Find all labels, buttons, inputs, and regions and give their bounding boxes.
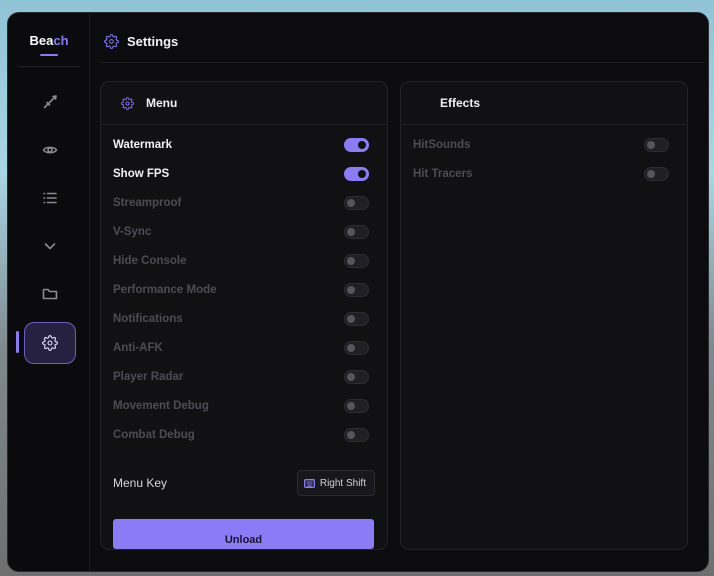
menu-key-value: Right Shift — [319, 477, 366, 489]
sidebar-item-settings[interactable] — [24, 322, 76, 364]
option-label: Hit Tracers — [413, 168, 473, 180]
menu-key-label: Menu Key — [113, 476, 168, 490]
toggle-knob — [358, 170, 366, 178]
option-label: Performance Mode — [113, 284, 217, 296]
option-row: Hit Tracers — [413, 166, 669, 182]
effects-panel: Effects HitSounds Hit Tracers — [400, 81, 688, 550]
option-row: Hide Console — [113, 253, 369, 269]
option-label: Anti-AFK — [113, 342, 163, 354]
page-header: Settings — [104, 31, 178, 51]
sidebar-item-visuals[interactable] — [24, 130, 76, 170]
option-toggle[interactable] — [344, 341, 369, 355]
sidebar-item-configs[interactable] — [24, 274, 76, 314]
menu-panel: Menu Watermark Show FPS Streamproof V-Sync H… — [100, 81, 388, 550]
chevron-down-icon — [44, 243, 56, 250]
unload-label: Unload — [224, 534, 263, 546]
option-toggle[interactable] — [644, 138, 669, 152]
option-label: V-Sync — [113, 226, 152, 238]
option-toggle[interactable] — [344, 254, 369, 268]
keyboard-icon — [303, 478, 315, 488]
option-toggle[interactable] — [344, 370, 369, 384]
toggle-knob — [347, 286, 355, 294]
menu-panel-title: Menu — [146, 96, 178, 110]
eye-icon — [42, 146, 58, 154]
toggle-knob — [647, 170, 655, 178]
gear-icon — [121, 96, 134, 110]
sidebar: Beach — [8, 13, 90, 571]
toggle-knob — [347, 199, 355, 207]
toggle-knob — [347, 228, 355, 236]
option-row: Anti-AFK — [113, 340, 369, 356]
option-row: V-Sync — [113, 224, 369, 240]
sword-icon — [43, 95, 57, 109]
effects-panel-header: Effects — [401, 82, 687, 125]
app-logo: Beach — [29, 33, 69, 48]
sidebar-item-combat[interactable] — [24, 82, 76, 122]
sidebar-divider — [18, 66, 80, 67]
option-row: HitSounds — [413, 137, 669, 153]
app-window: Beach Settings Menu Watermark Show FPS S… — [7, 12, 709, 572]
toggle-knob — [358, 141, 366, 149]
option-row: Show FPS — [113, 166, 369, 182]
option-label: Watermark — [113, 139, 173, 151]
option-toggle[interactable] — [344, 399, 369, 413]
list-icon — [43, 192, 57, 204]
option-toggle[interactable] — [344, 196, 369, 210]
header-divider — [100, 62, 704, 63]
option-row: Player Radar — [113, 369, 369, 385]
option-label: Hide Console — [113, 255, 187, 267]
option-toggle[interactable] — [344, 312, 369, 326]
sidebar-item-list[interactable] — [24, 178, 76, 218]
logo-underline — [40, 54, 58, 56]
toggle-knob — [347, 257, 355, 265]
toggle-knob — [347, 373, 355, 381]
toggle-knob — [347, 344, 355, 352]
option-row: Combat Debug — [113, 427, 369, 443]
option-row: Watermark — [113, 137, 369, 153]
option-toggle[interactable] — [344, 138, 369, 152]
folder-icon — [42, 288, 58, 300]
option-label: HitSounds — [413, 139, 471, 151]
option-label: Show FPS — [113, 168, 170, 180]
toggle-knob — [347, 315, 355, 323]
toggle-knob — [647, 141, 655, 149]
option-label: Notifications — [113, 313, 183, 325]
option-row: Streamproof — [113, 195, 369, 211]
toggle-knob — [347, 431, 355, 439]
option-toggle[interactable] — [344, 283, 369, 297]
sidebar-item-more[interactable] — [24, 226, 76, 266]
toggle-knob — [347, 402, 355, 410]
page-title: Settings — [127, 33, 179, 49]
option-label: Player Radar — [113, 371, 184, 383]
menu-key-row: Menu Key Right Shift — [113, 470, 375, 496]
option-toggle[interactable] — [344, 167, 369, 181]
option-toggle[interactable] — [344, 428, 369, 442]
effects-panel-title: Effects — [440, 96, 481, 110]
gear-icon — [104, 33, 119, 49]
menu-key-button[interactable]: Right Shift — [296, 470, 375, 496]
option-row: Notifications — [113, 311, 369, 327]
gear-icon — [42, 335, 58, 351]
option-toggle[interactable] — [644, 167, 669, 181]
unload-button[interactable]: Unload — [113, 519, 374, 549]
option-label: Combat Debug — [113, 429, 195, 441]
option-toggle[interactable] — [344, 225, 369, 239]
option-label: Movement Debug — [113, 400, 209, 412]
option-row: Movement Debug — [113, 398, 369, 414]
menu-panel-header: Menu — [101, 82, 387, 125]
option-row: Performance Mode — [113, 282, 369, 298]
active-indicator — [16, 331, 19, 353]
option-label: Streamproof — [113, 197, 182, 209]
